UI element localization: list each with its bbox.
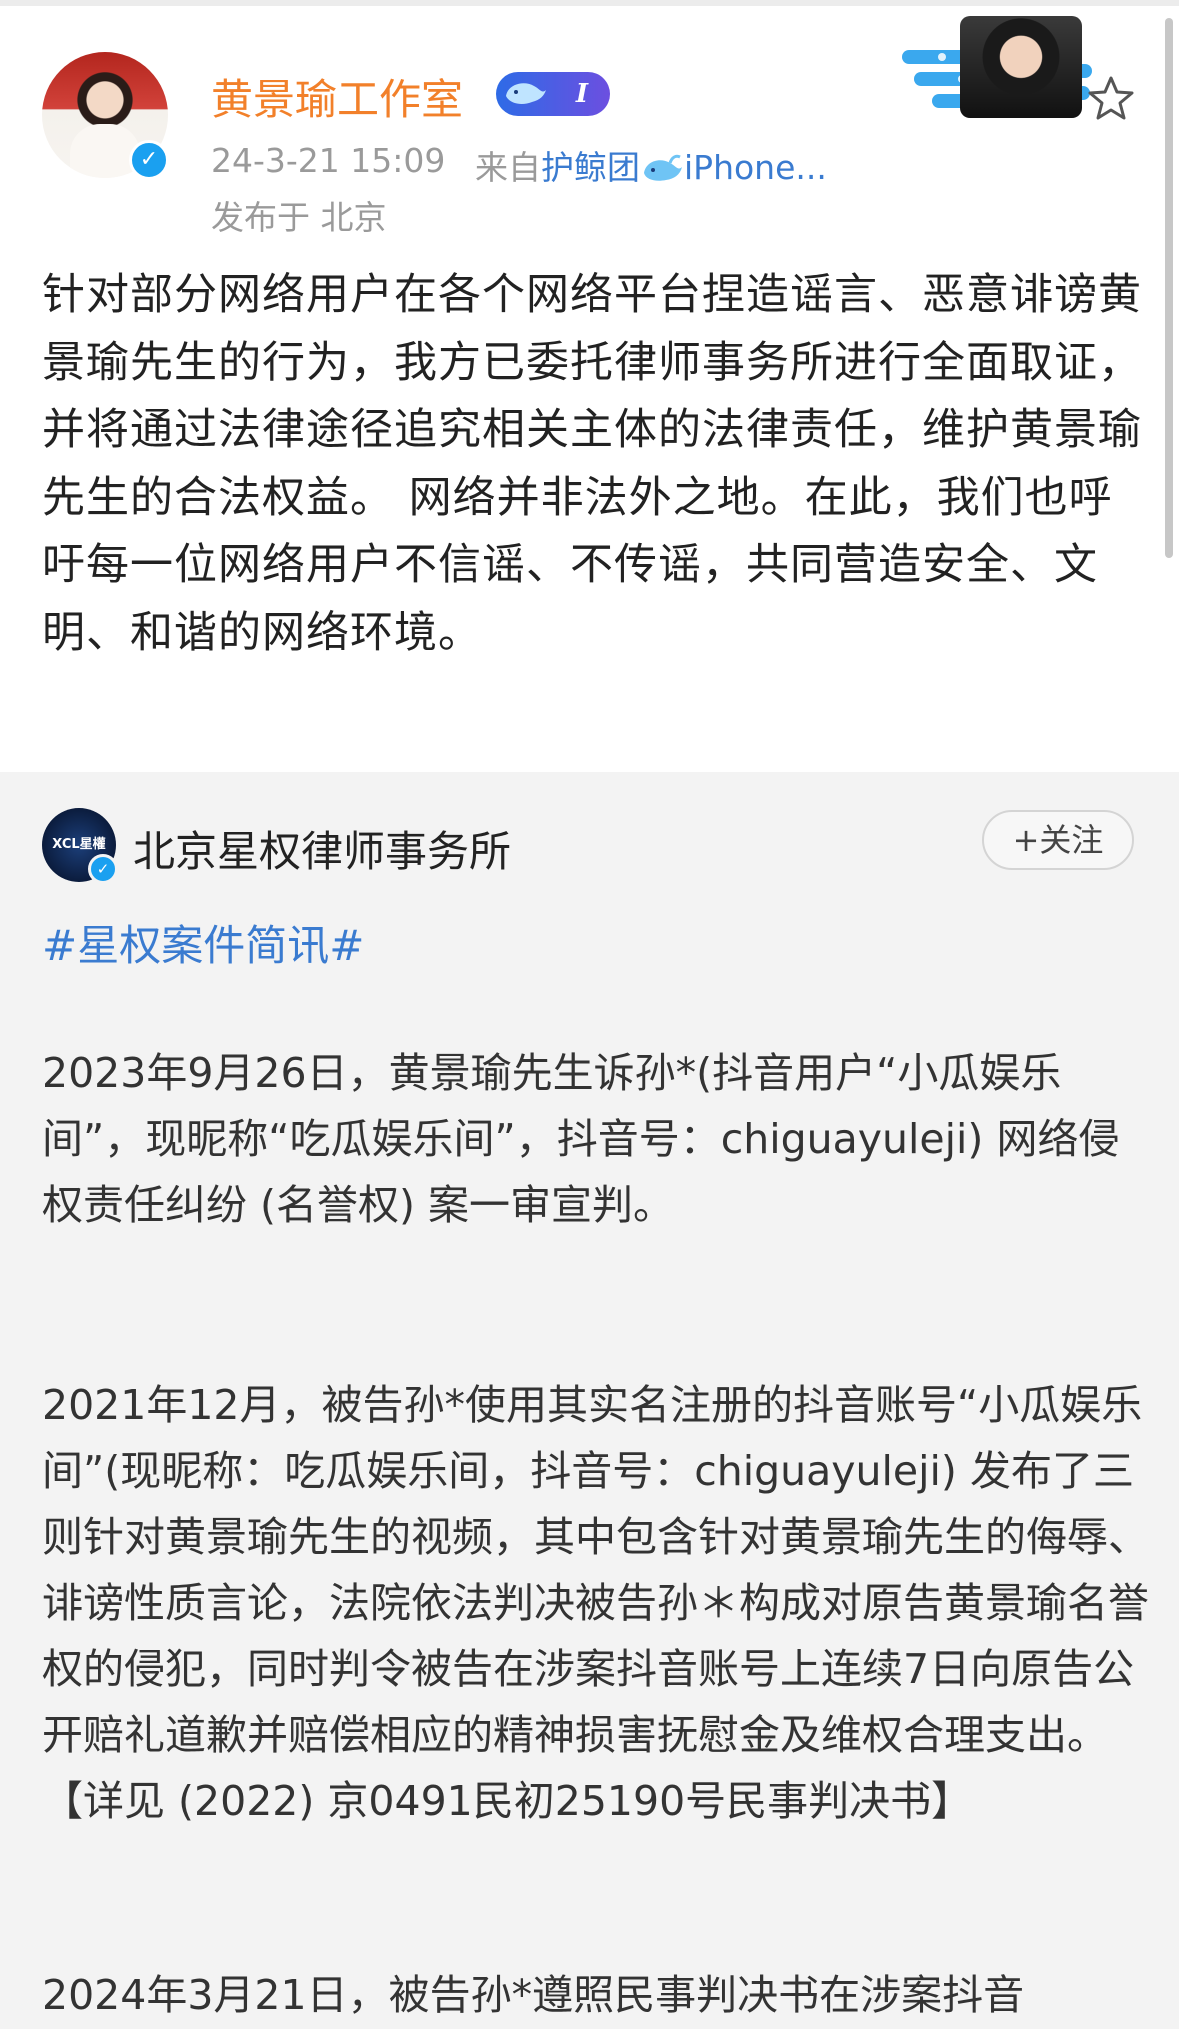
verified-badge-icon: ✓ — [129, 140, 169, 180]
vip-level: I — [575, 79, 588, 109]
repost-paragraph: 2024年3月21日，被告孙*遵照民事判决书在涉案抖音 — [42, 1971, 1025, 2019]
author-name[interactable]: 黄景瑜工作室 — [211, 66, 463, 127]
repost-author-name[interactable]: 北京星权律师事务所 — [133, 818, 511, 879]
whale-icon — [644, 154, 682, 181]
source-link[interactable]: 护鲸团 — [541, 148, 640, 187]
post-source: 来自护鲸团 iPhone... — [475, 148, 827, 187]
repost-paragraph: 2023年9月26日，黄景瑜先生诉孙*(抖音用户“小瓜娱乐间”，现昵称“吃瓜娱乐… — [42, 1049, 1120, 1229]
post-body: 针对部分网络用户在各个网络平台捏造谣言、恶意诽谤黄景瑜先生的行为，我方已委托律师… — [42, 270, 1142, 658]
hashtag-link[interactable]: #星权案件简讯# — [42, 912, 364, 973]
repost-paragraph: 2021年12月，被告孙*使用其实名注册的抖音账号“小瓜娱乐间”(现昵称：吃瓜娱… — [42, 1381, 1149, 1825]
vip-badge[interactable]: I — [496, 72, 610, 116]
weibo-post: ✓ 黄景瑜工作室 I 24-3-21 15:09 来自护鲸团 iPhone...… — [0, 6, 1179, 772]
decoration-avatar[interactable] — [960, 16, 1082, 118]
device-link[interactable]: iPhone... — [684, 148, 827, 187]
post-time: 24-3-21 15:09 — [211, 141, 446, 180]
verified-badge-icon: ✓ — [88, 854, 118, 884]
scrollbar[interactable] — [1165, 18, 1173, 558]
whale-icon — [506, 83, 546, 104]
star-icon[interactable] — [1086, 74, 1136, 124]
post-location: 发布于 北京 — [211, 198, 387, 237]
follow-button[interactable]: +关注 — [982, 810, 1134, 870]
reposted-content: XCL星權 ✓ 北京星权律师事务所 +关注 #星权案件简讯# 2023年9月26… — [0, 772, 1179, 2029]
